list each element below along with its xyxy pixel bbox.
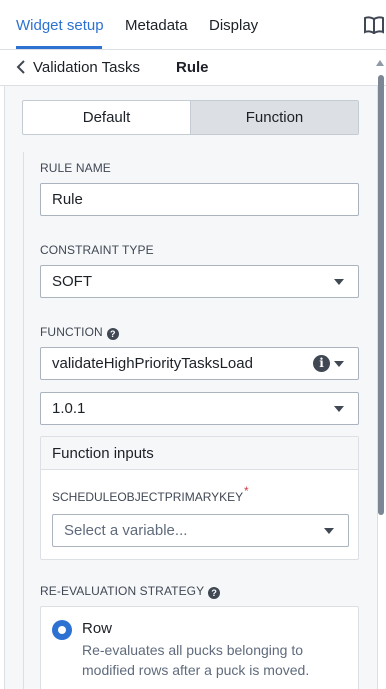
function-select[interactable]: validateHighPriorityTasksLoad i bbox=[40, 347, 359, 380]
param-label-row: SCHEDULEOBJECTPRIMARYKEY * bbox=[52, 484, 249, 504]
rule-name-label: RULE NAME bbox=[40, 161, 111, 175]
function-label: FUNCTION bbox=[40, 325, 103, 339]
mode-toggle: Default Function bbox=[22, 100, 359, 135]
reevaluation-option-row[interactable]: Row Re-evaluates all pucks belonging to … bbox=[40, 606, 359, 689]
rule-name-value: Rule bbox=[52, 191, 83, 208]
function-name-value: validateHighPriorityTasksLoad bbox=[52, 355, 253, 372]
active-tab-indicator bbox=[16, 46, 102, 49]
tab-metadata[interactable]: Metadata bbox=[125, 17, 188, 34]
function-mode-button[interactable]: Function bbox=[190, 101, 358, 134]
caret-down-icon bbox=[334, 406, 344, 412]
help-icon[interactable]: ? bbox=[208, 587, 221, 599]
rule-name-input[interactable]: Rule bbox=[40, 183, 359, 216]
function-inputs-header: Function inputs bbox=[41, 437, 358, 470]
constraint-type-select[interactable]: SOFT bbox=[40, 265, 359, 298]
default-mode-button[interactable]: Default bbox=[23, 101, 190, 134]
function-label-row: FUNCTION? bbox=[40, 325, 119, 340]
breadcrumb: Validation Tasks Rule bbox=[0, 50, 386, 86]
breadcrumb-parent[interactable]: Validation Tasks bbox=[33, 59, 140, 76]
tab-bar: Widget setup Metadata Display bbox=[0, 0, 386, 50]
function-version-value: 1.0.1 bbox=[52, 400, 86, 417]
caret-down-icon bbox=[324, 528, 334, 534]
book-icon[interactable] bbox=[364, 16, 384, 34]
function-inputs-card: Function inputs SCHEDULEOBJECTPRIMARYKEY… bbox=[40, 436, 359, 560]
help-icon[interactable]: ? bbox=[106, 328, 119, 340]
function-inputs-title: Function inputs bbox=[52, 445, 154, 462]
scrollbar-thumb[interactable] bbox=[378, 75, 384, 515]
row-radio[interactable] bbox=[52, 620, 72, 640]
param-label: SCHEDULEOBJECTPRIMARYKEY bbox=[52, 490, 244, 504]
caret-down-icon bbox=[334, 279, 344, 285]
caret-down-icon bbox=[334, 361, 344, 367]
required-marker: * bbox=[244, 484, 249, 498]
reevaluation-label: RE-EVALUATION STRATEGY bbox=[40, 584, 205, 598]
section-divider bbox=[23, 152, 24, 689]
constraint-type-value: SOFT bbox=[52, 273, 92, 290]
scroll-up-arrow[interactable] bbox=[376, 60, 384, 66]
variable-select[interactable]: Select a variable... bbox=[52, 514, 349, 547]
row-option-description: Re-evaluates all pucks belonging to modi… bbox=[82, 642, 310, 678]
breadcrumb-current: Rule bbox=[176, 59, 209, 76]
info-icon[interactable]: i bbox=[313, 355, 330, 372]
row-option-title: Row bbox=[82, 620, 113, 637]
variable-placeholder: Select a variable... bbox=[64, 522, 188, 539]
tab-widget-setup[interactable]: Widget setup bbox=[16, 17, 104, 34]
tab-display[interactable]: Display bbox=[209, 17, 258, 34]
reevaluation-label-row: RE-EVALUATION STRATEGY? bbox=[40, 584, 221, 599]
function-version-select[interactable]: 1.0.1 bbox=[40, 392, 359, 425]
chevron-left-icon[interactable] bbox=[16, 60, 26, 74]
constraint-type-label: CONSTRAINT TYPE bbox=[40, 243, 154, 257]
